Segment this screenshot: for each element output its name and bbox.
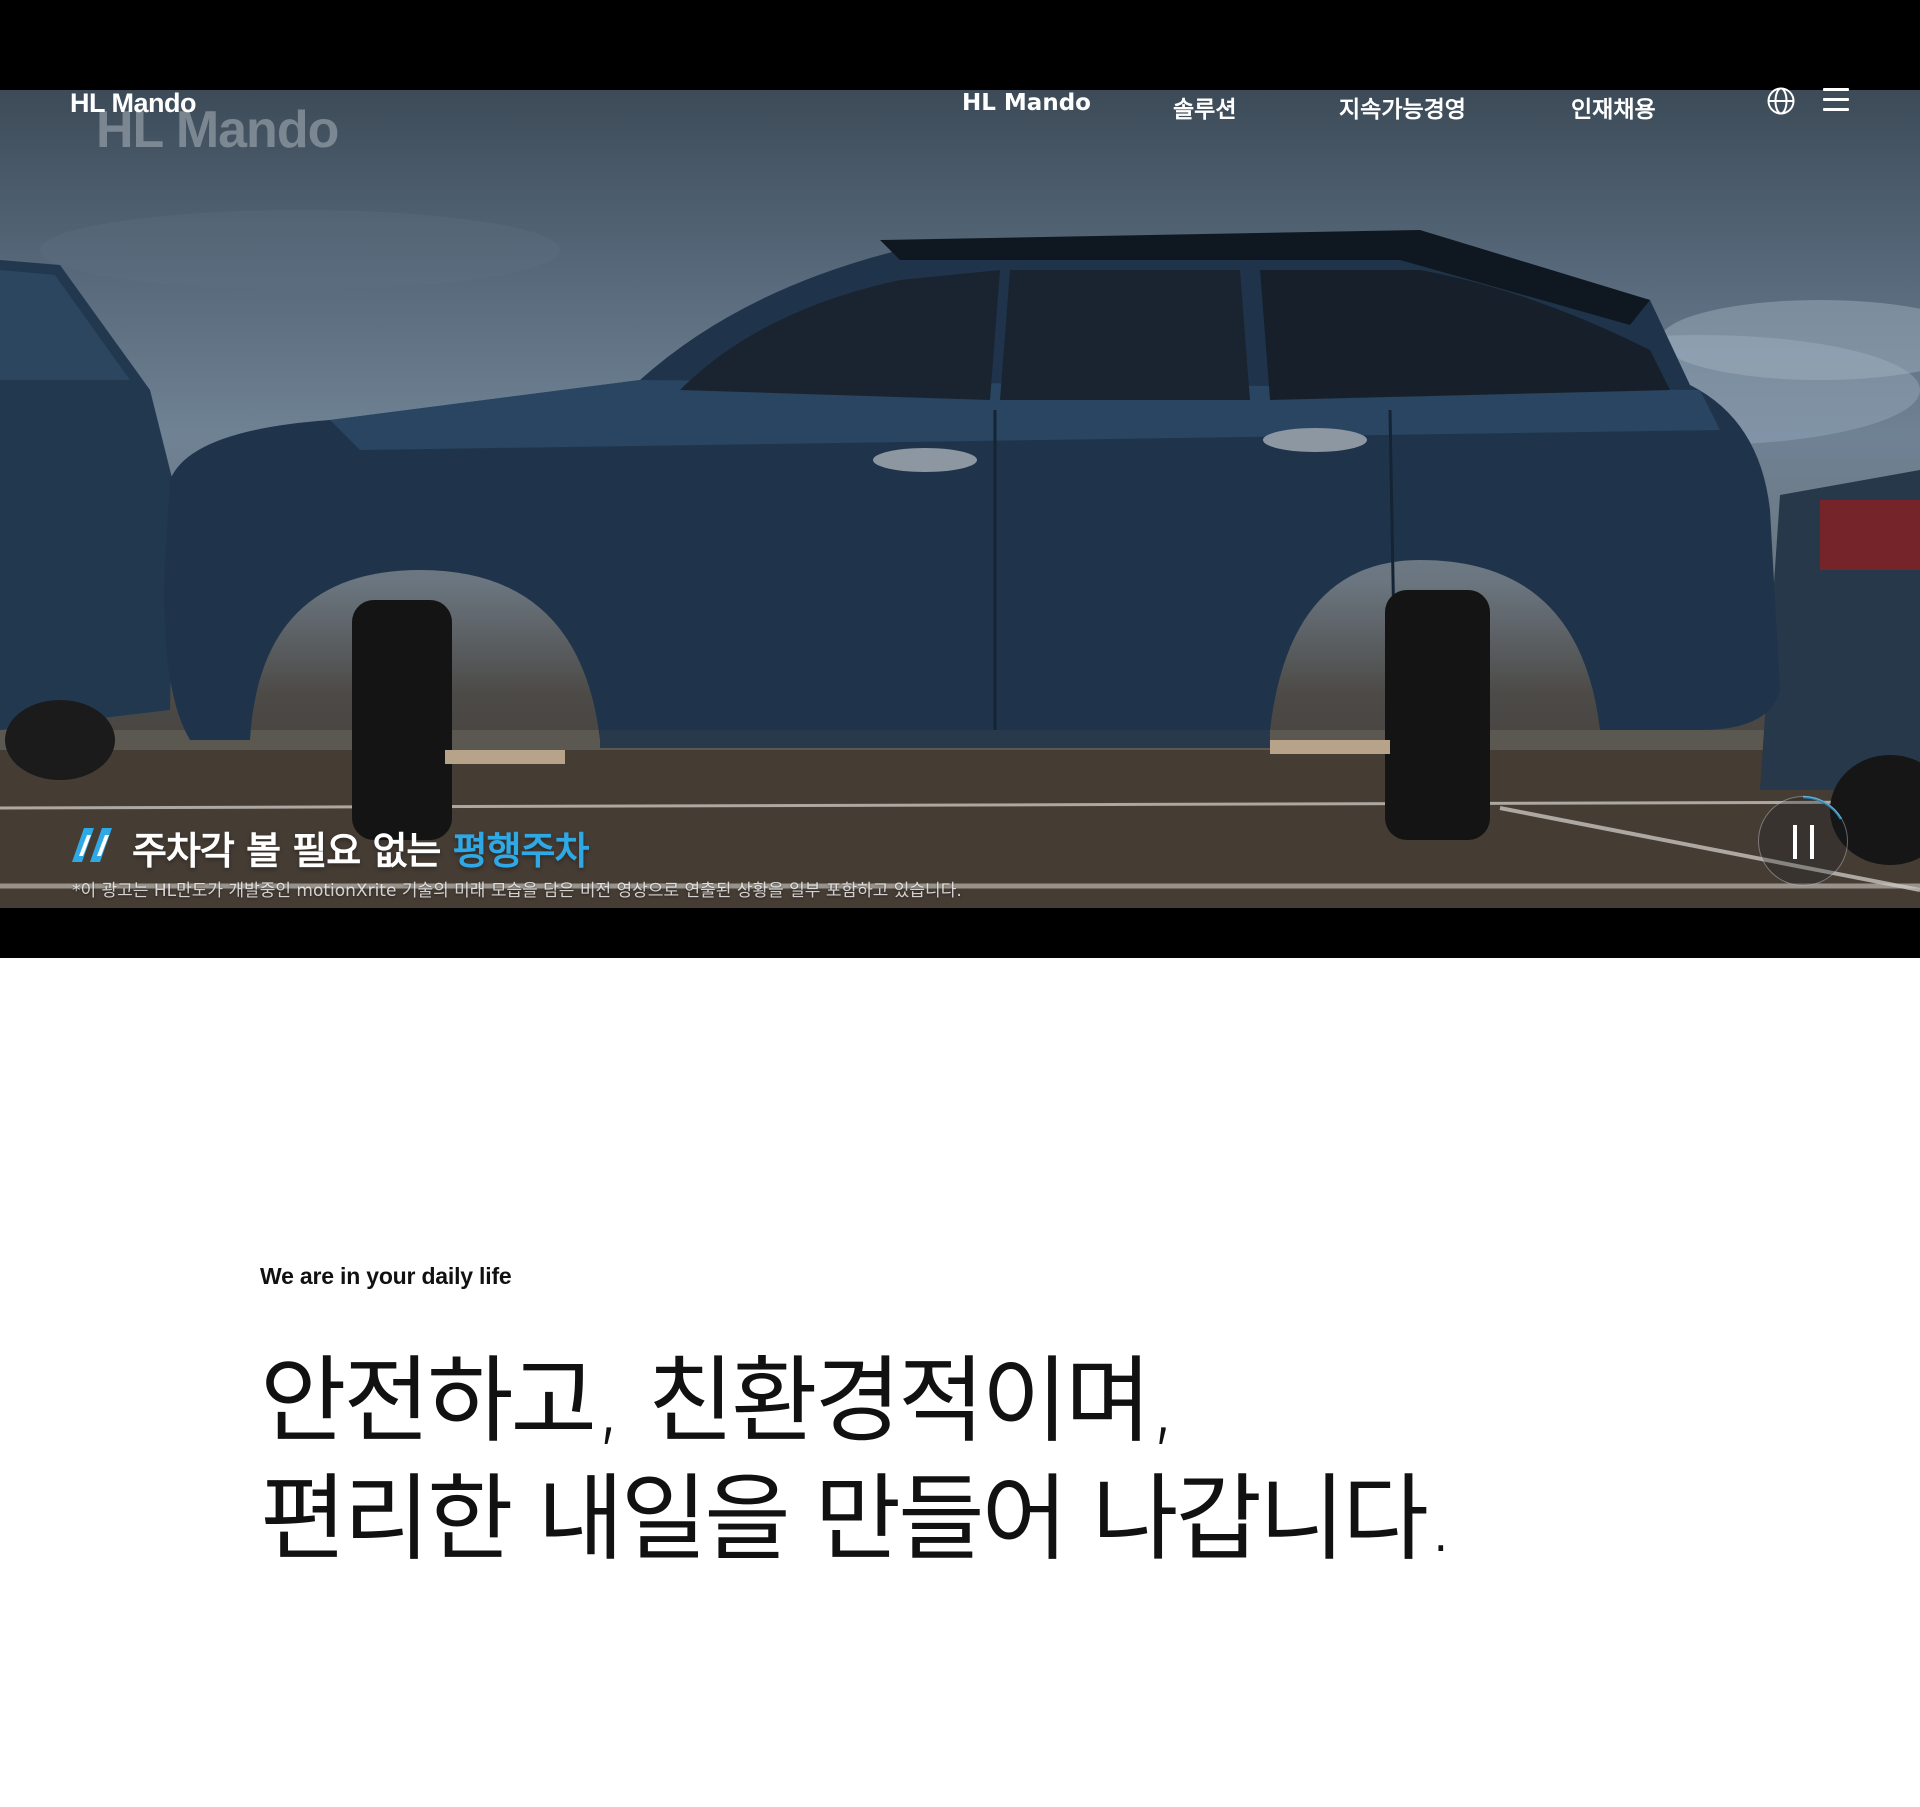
headline-line-2: 편리한 내일을 만들어 나갑니다.: [260, 1465, 1456, 1574]
nav-item-careers[interactable]: 인재채용: [1571, 90, 1656, 124]
slash-mark-icon: [72, 828, 112, 862]
video-disclaimer: *이 광고는 HL만도가 개발중인 motionXrite 기술의 미래 모습을…: [72, 881, 962, 901]
hamburger-menu-icon[interactable]: [1822, 88, 1850, 114]
globe-icon[interactable]: [1766, 86, 1796, 116]
nav-item-hl-mando[interactable]: HL Mando: [962, 90, 1091, 116]
headline-line-1: 안전하고, 친환경적이며,: [260, 1347, 1178, 1456]
intro-headline: 안전하고, 친환경적이며, 편리한 내일을 만들어 나갑니다.: [260, 1343, 1456, 1579]
nav-item-solutions[interactable]: 솔루션: [1173, 90, 1236, 124]
caption-highlight: 평행주차: [452, 829, 590, 873]
nav-item-sustainability[interactable]: 지속가능경영: [1339, 90, 1466, 124]
suv-parking-scene: [0, 210, 1920, 908]
hero-video-section: HL Mando HL Mando HL Mando 솔루션 지속가능경영 인재…: [0, 0, 1920, 958]
caption-prefix: 주차각 볼 필요 없는: [132, 829, 453, 873]
hl-mando-logo[interactable]: HL Mando: [70, 88, 197, 119]
hero-video[interactable]: [0, 90, 1920, 908]
caption-text: 주차각 볼 필요 없는 평행주차: [132, 820, 590, 875]
intro-section: We are in your daily life 안전하고, 친환경적이며, …: [0, 958, 1920, 1807]
video-pause-button[interactable]: [1758, 796, 1848, 886]
pause-icon: [1793, 825, 1815, 859]
site-header: HL Mando HL Mando 솔루션 지속가능경영 인재채용: [0, 82, 1920, 126]
intro-eyebrow: We are in your daily life: [260, 1263, 512, 1289]
